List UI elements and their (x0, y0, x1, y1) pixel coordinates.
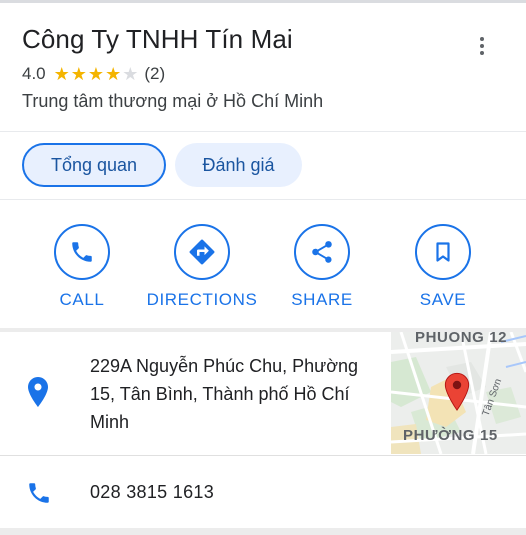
star-empty-icon: ★ (122, 64, 139, 84)
save-label: SAVE (419, 290, 467, 309)
more-options-icon[interactable] (470, 34, 494, 58)
divider (0, 131, 526, 132)
place-category: Trung tâm thương mại ở Hồ Chí Minh (22, 91, 324, 111)
place-title: Công Ty TNHH Tín Mai (22, 24, 293, 54)
share-label: SHARE (291, 290, 353, 309)
star-icon: ★ (70, 64, 87, 84)
share-icon (312, 241, 332, 263)
phone-number[interactable]: 028 3815 1613 (90, 482, 214, 503)
save-button[interactable]: SAVE (378, 224, 508, 310)
phone-icon (29, 483, 49, 503)
call-circle[interactable] (54, 224, 110, 280)
star-icon: ★ (53, 64, 70, 84)
divider (0, 199, 526, 200)
call-label: CALL (59, 290, 105, 309)
directions-circle[interactable] (174, 224, 230, 280)
divider (0, 455, 526, 456)
map-thumbnail[interactable]: PHUONG 12 Tân Sơn PHƯỜNG 15 (391, 332, 526, 454)
tab-overview[interactable]: Tổng quan (22, 143, 166, 187)
share-button[interactable]: SHARE (257, 224, 387, 310)
rating-stars: ★ ★ ★ ★ ★ (54, 65, 139, 83)
rating-row[interactable]: 4.0 ★ ★ ★ ★ ★ (2) (22, 63, 165, 85)
address-text[interactable]: 229A Nguyễn Phúc Chu, Phường 15, Tân Bìn… (90, 352, 370, 436)
rating-value: 4.0 (22, 64, 46, 83)
tab-reviews-label: Đánh giá (202, 154, 275, 175)
review-count: (2) (144, 64, 166, 83)
star-icon: ★ (105, 64, 122, 84)
location-pin-icon (28, 377, 48, 407)
bookmark-icon (436, 242, 450, 262)
share-circle[interactable] (294, 224, 350, 280)
directions-button[interactable]: DIRECTIONS (137, 224, 267, 310)
directions-label: DIRECTIONS (146, 290, 258, 309)
phone-icon (72, 242, 92, 262)
tab-overview-label: Tổng quan (50, 154, 138, 175)
tab-reviews[interactable]: Đánh giá (175, 143, 302, 187)
bottom-divider (0, 528, 526, 535)
top-divider (0, 0, 526, 3)
map-label-bottom: PHƯỜNG 15 (403, 427, 498, 444)
star-icon: ★ (87, 64, 105, 84)
map-label-top: PHUONG 12 (415, 332, 508, 346)
map-pin-icon (444, 372, 470, 411)
directions-icon (189, 239, 215, 265)
call-button[interactable]: CALL (17, 224, 147, 310)
save-circle[interactable] (415, 224, 471, 280)
